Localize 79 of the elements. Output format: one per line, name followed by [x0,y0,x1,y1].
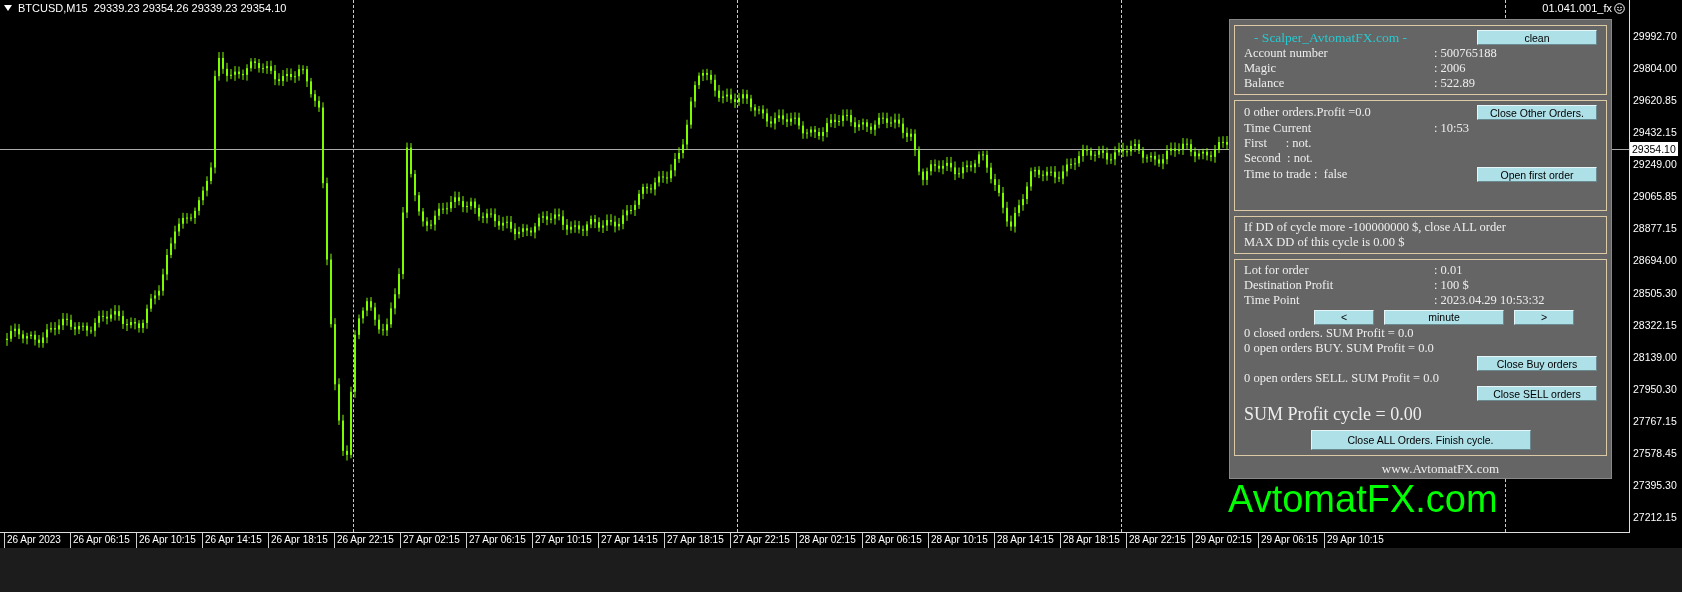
status-text: First : not. [1244,136,1312,151]
field-value: : 100 $ [1434,278,1469,293]
step-button[interactable]: > [1514,309,1574,325]
price-label: 29992.70 [1633,29,1678,43]
symbol-label: BTCUSD,M15 [18,2,88,14]
price-label: 28694.00 [1633,253,1678,268]
time-label: 28 Apr 10:15 [928,533,994,548]
time-label: 28 Apr 02:15 [796,533,862,548]
time-label: 27 Apr 10:15 [532,533,598,548]
field-value: : 500765188 [1434,46,1497,61]
price-label: 27950.30 [1633,381,1678,396]
action-button[interactable]: Open first order [1477,167,1597,182]
field-value: : 2006 [1434,61,1466,76]
field-label: Balance [1244,76,1286,91]
time-label: 28 Apr 22:15 [1126,533,1192,548]
field-label: Time Point [1244,293,1301,308]
version-label: 01.041.001_fx [1542,2,1612,14]
status-text: 0 open orders BUY. SUM Profit = 0.0 [1244,341,1434,356]
panel-title: - Scalper_AvtomatFX.com - [1253,29,1408,46]
price-label: 29432.15 [1633,125,1678,140]
time-label: 26 Apr 2023 [4,533,70,548]
clean-button[interactable]: clean [1477,30,1597,45]
field-label: Magic [1244,61,1277,76]
status-text: Time to trade : false [1244,167,1348,182]
current-price-tag: 29354.10 [1630,142,1678,156]
action-button[interactable]: Close Buy orders [1477,356,1597,371]
time-label: 29 Apr 10:15 [1324,533,1390,548]
time-label: 27 Apr 22:15 [730,533,796,548]
action-button[interactable]: Close Other Orders. [1477,105,1597,120]
dropdown-triangle-icon[interactable] [4,5,12,11]
price-label: 27212.15 [1633,509,1678,524]
status-text: If DD of cycle more -100000000 $, close ALL order [1244,220,1506,235]
field-value: : 522.89 [1434,76,1475,91]
field-value: : 2023.04.29 10:53:32 [1434,293,1545,308]
time-label: 28 Apr 18:15 [1060,533,1126,548]
status-text: MAX DD of this cycle is 0.00 $ [1244,235,1405,250]
status-text: 0 open orders SELL. SUM Profit = 0.0 [1244,371,1439,386]
time-label: 27 Apr 06:15 [466,533,532,548]
price-label: 27578.45 [1633,445,1678,460]
price-label: 27395.30 [1633,477,1678,492]
close-all-button[interactable]: Close ALL Orders. Finish cycle. [1310,430,1531,450]
sum-profit-text: SUM Profit cycle = 0.00 [1244,404,1422,425]
field-value: : 10:53 [1434,121,1470,136]
price-label: 29065.85 [1633,189,1678,204]
field-value: : 0.01 [1434,263,1463,278]
chart-watermark-text: AvtomatFX.com [1228,483,1498,515]
status-text: 0 other orders.Profit =0.0 [1244,105,1371,120]
price-label: 28877.15 [1633,221,1678,236]
ohlc-values: 29339.23 29354.26 29339.23 29354.10 [93,2,287,14]
website-text: www.AvtomatFX.com [1380,461,1500,477]
field-label: Destination Profit [1244,278,1335,293]
time-label: 29 Apr 02:15 [1192,533,1258,548]
price-label: 28139.00 [1633,349,1678,364]
field-label: Time Current [1244,121,1313,136]
time-label: 26 Apr 06:15 [70,533,136,548]
time-label: 29 Apr 06:15 [1258,533,1324,548]
time-label: 27 Apr 18:15 [664,533,730,548]
price-label: 28322.15 [1633,317,1678,332]
time-label: 27 Apr 02:15 [400,533,466,548]
time-label: 26 Apr 10:15 [136,533,202,548]
field-label: Account number [1244,46,1329,61]
step-button[interactable]: < [1314,309,1374,325]
price-label: 29804.00 [1633,61,1678,76]
action-button[interactable]: Close SELL orders [1477,386,1597,401]
time-label: 27 Apr 14:15 [598,533,664,548]
status-text: Second : not. [1244,151,1313,166]
time-label: 28 Apr 14:15 [994,533,1060,548]
price-label: 29620.85 [1633,93,1678,108]
smiley-icon [1614,2,1625,14]
time-label: 26 Apr 18:15 [268,533,334,548]
time-label: 28 Apr 06:15 [862,533,928,548]
price-label: 29249.00 [1633,157,1678,172]
status-text: 0 closed orders. SUM Profit = 0.0 [1244,326,1414,341]
price-label: 27767.15 [1633,413,1678,428]
time-label: 26 Apr 22:15 [334,533,400,548]
price-label: 28505.30 [1633,285,1678,300]
time-label: 26 Apr 14:15 [202,533,268,548]
step-button[interactable]: minute [1384,309,1504,325]
field-label: Lot for order [1244,263,1310,278]
